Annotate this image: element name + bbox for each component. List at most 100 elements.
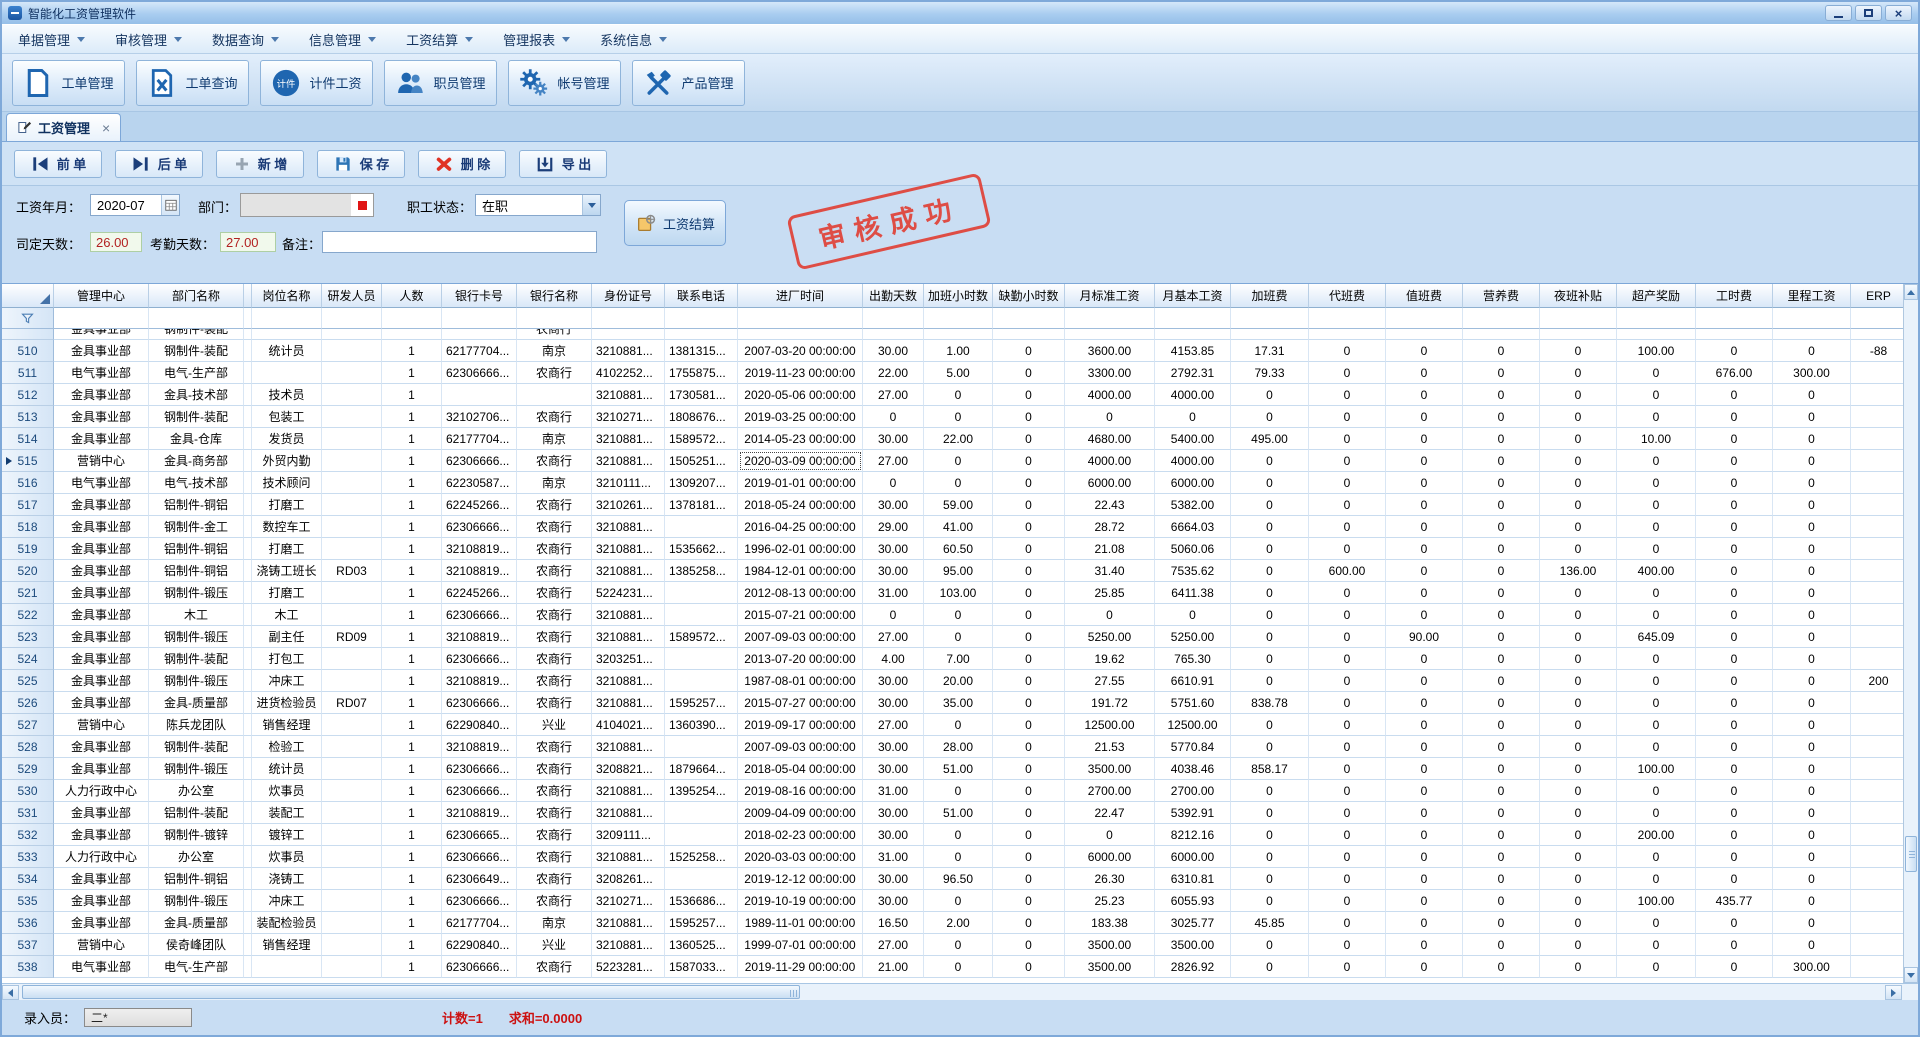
filter-cell[interactable] xyxy=(993,308,1065,329)
row-number-cell[interactable]: 515 xyxy=(2,450,54,472)
product-mgmt-button[interactable]: 产品管理 xyxy=(632,60,745,106)
column-header[interactable]: 代班费 xyxy=(1309,284,1386,308)
table-row[interactable]: 510金具事业部钢制件-装配统计员162177704...南京3210881..… xyxy=(2,340,1907,362)
column-header[interactable]: 身份证号 xyxy=(592,284,665,308)
scroll-down-arrow-icon[interactable] xyxy=(1904,967,1918,983)
filter-row-header[interactable] xyxy=(2,308,54,329)
menu-item-info-mgmt[interactable]: 信息管理 xyxy=(309,30,376,49)
scroll-up-arrow-icon[interactable] xyxy=(1904,284,1918,300)
row-number-cell[interactable]: 520 xyxy=(2,560,54,582)
filter-cell[interactable] xyxy=(1617,308,1696,329)
row-number-cell[interactable]: 513 xyxy=(2,406,54,428)
row-number-cell[interactable]: 537 xyxy=(2,934,54,956)
minimize-button[interactable] xyxy=(1825,5,1852,21)
table-row[interactable]: 529金具事业部钢制件-锻压统计员162306666...农商行3208821.… xyxy=(2,758,1907,780)
piecework-salary-button[interactable]: 计件计件工资 xyxy=(260,60,373,106)
menu-item-report-mgmt[interactable]: 管理报表 xyxy=(503,30,570,49)
table-row[interactable]: 536金具事业部金具-质量部装配检验员162177704...南京3210881… xyxy=(2,912,1907,934)
column-header[interactable]: 银行名称 xyxy=(517,284,592,308)
row-number-cell[interactable]: 523 xyxy=(2,626,54,648)
delete-record-button[interactable]: 删 除 xyxy=(418,150,506,178)
table-row[interactable]: 538电气事业部电气-生产部162306666...农商行5223281...1… xyxy=(2,956,1907,978)
row-number-cell[interactable]: 535 xyxy=(2,890,54,912)
column-header[interactable]: 研发人员 xyxy=(322,284,382,308)
scroll-right-arrow-icon[interactable] xyxy=(1885,985,1902,1000)
menu-item-salary-settlement[interactable]: 工资结算 xyxy=(406,30,473,49)
department-input[interactable] xyxy=(240,193,374,217)
tab-salary-management[interactable]: 工资管理 × xyxy=(6,113,121,141)
column-header[interactable]: 岗位名称 xyxy=(252,284,322,308)
close-button[interactable]: × xyxy=(1885,5,1912,21)
row-number-cell[interactable]: 518 xyxy=(2,516,54,538)
filter-cell[interactable] xyxy=(442,308,517,329)
salary-settle-button[interactable]: 工资结算 xyxy=(624,200,726,246)
filter-cell[interactable] xyxy=(1696,308,1773,329)
add-record-button[interactable]: 新 增 xyxy=(216,150,304,178)
filter-cell[interactable] xyxy=(1540,308,1617,329)
column-header[interactable]: 部门名称 xyxy=(149,284,244,308)
employee-status-select[interactable]: 在职 xyxy=(475,194,601,216)
column-header[interactable]: 缺勤小时数 xyxy=(993,284,1065,308)
table-row[interactable]: 535金具事业部钢制件-锻压冲床工162306666...农商行3210271.… xyxy=(2,890,1907,912)
table-row[interactable]: 521金具事业部钢制件-锻压打磨工162245266...农商行5224231.… xyxy=(2,582,1907,604)
salary-month-input[interactable]: 2020-07 xyxy=(90,194,180,216)
filter-cell[interactable] xyxy=(322,308,382,329)
grid-corner-cell[interactable] xyxy=(2,284,54,308)
prev-record-button[interactable]: 前 单 xyxy=(14,150,102,178)
menu-item-system-info[interactable]: 系统信息 xyxy=(600,30,667,49)
row-number-cell[interactable]: 510 xyxy=(2,340,54,362)
next-record-button[interactable]: 后 单 xyxy=(115,150,203,178)
table-row[interactable]: 520金具事业部铝制件-铜铝浇铸工班长RD03132108819...农商行32… xyxy=(2,560,1907,582)
table-row[interactable]: 531金具事业部铝制件-装配装配工132108819...农商行3210881.… xyxy=(2,802,1907,824)
row-number-cell[interactable]: 512 xyxy=(2,384,54,406)
filter-cell[interactable] xyxy=(149,308,244,329)
row-number-cell[interactable]: 516 xyxy=(2,472,54,494)
save-record-button[interactable]: 保 存 xyxy=(317,150,405,178)
row-number-cell[interactable]: 532 xyxy=(2,824,54,846)
horizontal-scroll-thumb[interactable] xyxy=(22,985,800,999)
filter-cell[interactable] xyxy=(1155,308,1231,329)
table-row[interactable]: 522金具事业部木工木工162306666...农商行3210881...201… xyxy=(2,604,1907,626)
filter-cell[interactable] xyxy=(592,308,665,329)
attendance-days-input[interactable]: 27.00 xyxy=(220,232,276,252)
column-header[interactable]: 银行卡号 xyxy=(442,284,517,308)
column-header[interactable]: ERP xyxy=(1851,284,1907,308)
department-picker-button[interactable] xyxy=(351,194,373,216)
work-order-mgmt-button[interactable]: 工单管理 xyxy=(12,60,125,106)
table-row[interactable]: 534金具事业部铝制件-铜铝浇铸工162306649...农商行3208261.… xyxy=(2,868,1907,890)
table-row[interactable]: 526金具事业部金具-质量部进货检验员RD07162306666...农商行32… xyxy=(2,692,1907,714)
row-number-cell[interactable]: 519 xyxy=(2,538,54,560)
column-header[interactable] xyxy=(244,284,252,308)
menu-item-data-query[interactable]: 数据查询 xyxy=(212,30,279,49)
filter-cell[interactable] xyxy=(54,308,149,329)
filter-cell[interactable] xyxy=(1851,308,1907,329)
row-number-cell[interactable]: 522 xyxy=(2,604,54,626)
filter-cell[interactable] xyxy=(244,308,252,329)
column-header[interactable]: 联系电话 xyxy=(665,284,738,308)
table-row[interactable]: 530人力行政中心办公室炊事员162306666...农商行3210881...… xyxy=(2,780,1907,802)
table-row[interactable]: 523金具事业部钢制件-锻压副主任RD09132108819...农商行3210… xyxy=(2,626,1907,648)
table-row[interactable]: 518金具事业部钢制件-金工数控车工162306666...农商行3210881… xyxy=(2,516,1907,538)
menu-item-audit-mgmt[interactable]: 审核管理 xyxy=(115,30,182,49)
filter-cell[interactable] xyxy=(382,308,442,329)
row-number-cell[interactable]: 528 xyxy=(2,736,54,758)
table-row[interactable]: 524金具事业部钢制件-装配打包工162306666...农商行3203251.… xyxy=(2,648,1907,670)
column-header[interactable]: 里程工资 xyxy=(1773,284,1851,308)
filter-cell[interactable] xyxy=(1231,308,1309,329)
table-row[interactable]: 514金具事业部金具-仓库发货员162177704...南京3210881...… xyxy=(2,428,1907,450)
column-header[interactable]: 营养费 xyxy=(1463,284,1540,308)
column-header[interactable]: 工时费 xyxy=(1696,284,1773,308)
row-number-cell[interactable]: 527 xyxy=(2,714,54,736)
column-header[interactable]: 加班费 xyxy=(1231,284,1309,308)
column-header[interactable]: 人数 xyxy=(382,284,442,308)
fixed-days-input[interactable]: 26.00 xyxy=(90,232,142,252)
table-row[interactable]: 512金具事业部金具-技术部技术员13210881...1730581...20… xyxy=(2,384,1907,406)
row-number-cell[interactable]: 536 xyxy=(2,912,54,934)
table-row[interactable]: 528金具事业部钢制件-装配检验工132108819...农商行3210881.… xyxy=(2,736,1907,758)
row-number-cell[interactable]: 531 xyxy=(2,802,54,824)
table-row[interactable]: 517金具事业部铝制件-铜铝打磨工162245266...农商行3210261.… xyxy=(2,494,1907,516)
column-header[interactable]: 管理中心 xyxy=(54,284,149,308)
row-number-cell[interactable]: 525 xyxy=(2,670,54,692)
column-header[interactable]: 夜班补贴 xyxy=(1540,284,1617,308)
scroll-left-arrow-icon[interactable] xyxy=(2,985,19,1000)
